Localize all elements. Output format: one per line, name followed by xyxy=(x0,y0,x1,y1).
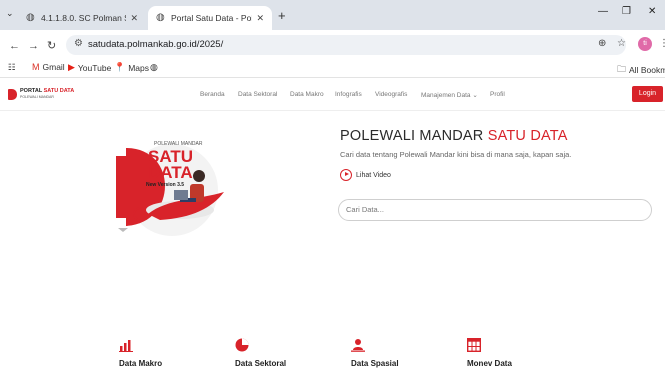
profile-avatar[interactable]: ti xyxy=(638,37,652,51)
site-logo[interactable]: PORTAL SATU DATA POLEWALI MANDAR xyxy=(8,88,74,100)
nav-profil[interactable]: Profil xyxy=(490,91,505,98)
globe-icon: ◍ xyxy=(150,62,158,72)
feature-label: Data Sektoral xyxy=(235,359,287,368)
nav-infografis[interactable]: Infografis xyxy=(335,91,362,98)
forward-arrow-icon[interactable]: → xyxy=(28,40,39,52)
close-window-icon[interactable]: ✕ xyxy=(648,6,656,17)
back-arrow-icon[interactable]: ← xyxy=(9,40,20,52)
nav-videografis[interactable]: Videografis xyxy=(375,91,407,98)
maximize-icon[interactable]: ❐ xyxy=(622,6,631,17)
pie-chart-icon xyxy=(235,338,249,352)
search-input[interactable] xyxy=(346,205,636,214)
play-icon xyxy=(340,169,352,181)
feature-label: Data Spasial xyxy=(351,359,399,368)
close-icon[interactable]: ✕ xyxy=(256,13,264,24)
logo-mark xyxy=(8,88,17,100)
illustration-version: New Version 3.5 xyxy=(146,182,184,188)
hero-title-main: POLEWALI MANDAR xyxy=(340,128,484,144)
feature-label: Monev Data xyxy=(467,359,512,368)
logo-line1: PORTAL xyxy=(20,88,43,94)
bookmark-star-icon[interactable]: ☆ xyxy=(617,38,626,49)
folder-icon: 🗀 xyxy=(617,64,627,74)
table-icon xyxy=(467,338,481,352)
hero-subtitle: Cari data tentang Polewali Mandar kini b… xyxy=(340,150,572,159)
bookmark-gmail[interactable]: M Gmail xyxy=(32,62,65,72)
gmail-icon: M xyxy=(32,62,40,72)
nav-data-makro[interactable]: Data Makro xyxy=(290,91,324,98)
hero-title: POLEWALI MANDAR SATU DATA xyxy=(340,128,568,144)
hero-illustration: POLEWALI MANDAR SATU DATA New Version 3.… xyxy=(116,141,224,236)
reload-icon[interactable]: ↻ xyxy=(47,39,56,52)
bookmark-globe[interactable]: ◍ xyxy=(150,62,161,73)
nav-beranda[interactable]: Beranda xyxy=(200,91,225,98)
bar-chart-icon xyxy=(119,340,133,352)
globe-icon: ◍ xyxy=(26,12,35,23)
logo-line1-accent: SATU DATA xyxy=(43,88,75,94)
kebab-menu-icon[interactable]: ⋮ xyxy=(659,38,665,49)
url-text[interactable]: satudata.polmankab.go.id/2025/ xyxy=(88,39,223,50)
tab-title: 4.1.1.8.0. SC Polman Satu Data xyxy=(41,13,126,23)
all-bookmarks[interactable]: 🗀All Bookmarks xyxy=(617,62,665,78)
login-button[interactable]: Login xyxy=(632,86,663,102)
illustration-word2: DATA xyxy=(148,163,193,182)
nav-data-sektoral[interactable]: Data Sektoral xyxy=(238,91,277,98)
globe-icon: ◍ xyxy=(156,12,165,23)
feature-label: Data Makro xyxy=(119,359,163,368)
site-navbar xyxy=(0,79,665,111)
logo-line2: POLEWALI MANDAR xyxy=(20,95,54,99)
bookmark-youtube[interactable]: ▶ YouTube xyxy=(68,62,111,73)
nav-manajemen-data[interactable]: Manajemen Data ⌄ xyxy=(421,91,478,99)
minimize-icon[interactable]: — xyxy=(598,6,608,17)
maps-icon: 📍 xyxy=(114,62,126,72)
hero-title-accent: SATU DATA xyxy=(487,128,568,144)
map-person-icon xyxy=(351,339,365,352)
site-info-icon[interactable]: ⚙ xyxy=(74,38,83,49)
chevron-down-icon: ⌄ xyxy=(472,92,478,99)
watch-video-label: Lihat Video xyxy=(356,171,391,179)
watch-video-button[interactable]: Lihat Video xyxy=(340,169,391,181)
apps-grid-icon[interactable]: ☷ xyxy=(8,62,16,73)
tab-title: Portal Satu Data - Polewali Man xyxy=(171,13,252,23)
browser-tab-active[interactable]: ◍ Portal Satu Data - Polewali Man ✕ xyxy=(148,6,272,30)
close-icon[interactable]: ✕ xyxy=(130,13,138,24)
youtube-icon: ▶ xyxy=(68,62,75,72)
zoom-icon[interactable]: ⊕ xyxy=(598,38,606,49)
tab-search-chevron-icon[interactable]: ⌄ xyxy=(6,8,14,19)
new-tab-button[interactable]: + xyxy=(278,8,286,23)
bookmark-maps[interactable]: 📍 Maps xyxy=(114,62,149,73)
browser-tab-inactive[interactable]: ◍ 4.1.1.8.0. SC Polman Satu Data ✕ xyxy=(18,6,146,30)
